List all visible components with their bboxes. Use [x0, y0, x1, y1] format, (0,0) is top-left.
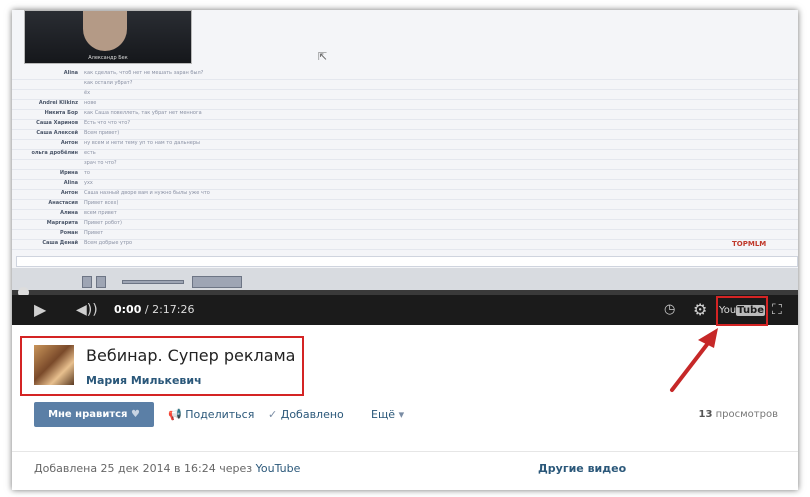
other-videos-link[interactable]: Другие видео — [538, 462, 626, 475]
view-number: 13 — [698, 409, 713, 420]
share-label: Поделиться — [185, 408, 255, 421]
heart-icon: ♥ — [130, 409, 140, 420]
added-label: Добавлено — [280, 408, 344, 421]
like-button[interactable]: Мне нравится ♥ — [34, 402, 154, 427]
share-button[interactable]: 📢 Поделиться — [168, 402, 254, 427]
added-button[interactable]: ✓ Добавлено — [268, 402, 344, 427]
more-label: Ещё — [371, 408, 396, 421]
added-info: Добавлена 25 дек 2014 в 16:24 через YouT… — [34, 462, 300, 475]
view-label: просмотров — [715, 409, 778, 420]
like-label: Мне нравится — [48, 409, 128, 420]
more-dropdown[interactable]: Ещё ▾ — [371, 402, 404, 427]
chevron-down-icon: ▾ — [398, 408, 405, 421]
video-window: Александр Бек ⇱ Alina как сделать, чтоб н… — [12, 10, 798, 490]
checkmark-icon: ✓ — [268, 408, 278, 421]
youtube-source-link[interactable]: YouTube — [256, 462, 301, 475]
divider — [12, 451, 798, 452]
view-count: 13 просмотров — [699, 402, 778, 427]
megaphone-icon: 📢 — [168, 408, 182, 421]
added-date: Добавлена 25 дек 2014 в 16:24 через — [34, 462, 253, 475]
